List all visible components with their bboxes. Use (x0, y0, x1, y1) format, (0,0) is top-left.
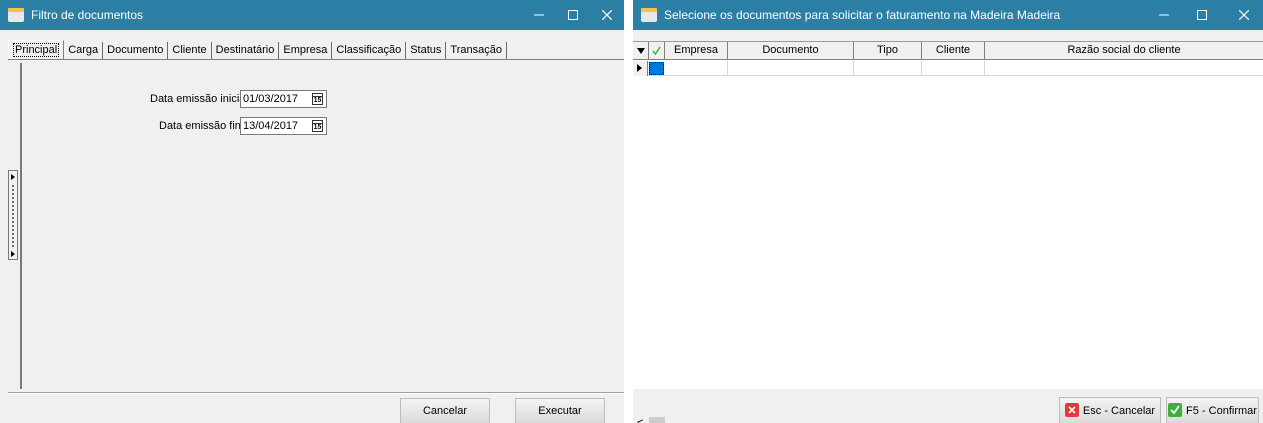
app-icon (641, 8, 657, 22)
maximize-icon (568, 10, 578, 20)
cell-cliente[interactable] (922, 61, 985, 76)
cell-tipo[interactable] (854, 61, 922, 76)
minimize-icon (534, 14, 544, 16)
expand-arrow-icon (11, 174, 15, 180)
calendar-icon[interactable]: 15 (312, 93, 323, 105)
table-row[interactable] (633, 61, 1263, 76)
maximize-button[interactable] (1179, 0, 1225, 30)
row-select-cell[interactable] (649, 62, 664, 75)
tab-status[interactable]: Status (406, 42, 447, 59)
tab-transacao[interactable]: Transação (446, 42, 507, 59)
close-button[interactable] (1225, 0, 1263, 30)
tab-principal[interactable]: Principal (8, 40, 65, 59)
check-icon (652, 46, 661, 56)
tab-empresa[interactable]: Empresa (279, 42, 333, 59)
cell-empresa[interactable] (665, 61, 728, 76)
confirm-check-icon (1168, 403, 1183, 418)
esc-cancel-button[interactable]: Esc - Cancelar (1059, 397, 1161, 423)
panel-splitter-handle[interactable] (8, 170, 18, 260)
tab-classificacao[interactable]: Classificação (332, 42, 407, 59)
cell-razao-social[interactable] (985, 61, 1263, 76)
window-title: Filtro de documentos (31, 8, 144, 22)
end-date-field[interactable]: 13/04/2017 15 (240, 117, 327, 135)
tab-destinatario[interactable]: Destinatário (212, 42, 280, 59)
scroll-left-icon[interactable]: < (637, 416, 643, 423)
column-header-tipo[interactable]: Tipo (854, 42, 922, 60)
start-date-value: 01/03/2017 (243, 93, 299, 105)
grip-dots (12, 185, 14, 247)
current-row-icon (637, 64, 642, 72)
select-all-checkbox[interactable] (649, 42, 665, 60)
close-icon (1239, 10, 1249, 20)
column-header-razao-social[interactable]: Razão social do cliente (985, 42, 1263, 60)
row-indicator (633, 61, 648, 76)
selection-window-titlebar[interactable]: Selecione os documentos para solicitar o… (633, 0, 1263, 30)
start-date-label: Data emissão inicial (150, 93, 248, 105)
close-icon (602, 10, 612, 20)
esc-cancel-label: Esc - Cancelar (1082, 405, 1156, 417)
grid-menu-button[interactable] (633, 42, 649, 60)
window-gap (624, 0, 633, 423)
f5-confirm-button[interactable]: F5 - Confirmar (1166, 397, 1259, 423)
cancel-button[interactable]: Cancelar (400, 398, 490, 423)
close-button[interactable] (584, 0, 624, 30)
cancel-x-icon (1064, 403, 1079, 418)
scroll-thumb[interactable] (649, 417, 665, 423)
filter-tabs: Principal Carga Documento Cliente Destin… (8, 40, 507, 59)
app-icon (8, 8, 24, 22)
selection-window: Selecione os documentos para solicitar o… (633, 0, 1263, 423)
window-title: Selecione os documentos para solicitar o… (664, 8, 1061, 22)
filter-window-titlebar[interactable]: Filtro de documentos (0, 0, 624, 30)
tab-documento[interactable]: Documento (103, 42, 169, 59)
expand-arrow-icon (11, 251, 15, 257)
minimize-icon (1159, 14, 1169, 16)
calendar-icon[interactable]: 15 (312, 120, 323, 132)
column-header-documento[interactable]: Documento (728, 42, 854, 60)
column-header-cliente[interactable]: Cliente (922, 42, 985, 60)
grid-header: Empresa Documento Tipo Cliente Razão soc… (633, 42, 1263, 60)
start-date-field[interactable]: 01/03/2017 15 (240, 90, 327, 108)
column-header-empresa[interactable]: Empresa (665, 42, 728, 60)
footer-divider (8, 392, 624, 394)
end-date-value: 13/04/2017 (243, 120, 299, 132)
dropdown-arrow-icon (636, 48, 645, 54)
end-date-label: Data emissão final (159, 120, 250, 132)
execute-button[interactable]: Executar (515, 398, 605, 423)
filter-window: Filtro de documentos Principal Carga Doc… (0, 0, 624, 423)
tab-carga[interactable]: Carga (64, 42, 104, 59)
documents-grid[interactable]: Empresa Documento Tipo Cliente Razão soc… (633, 41, 1263, 423)
tab-panel-content (20, 63, 624, 389)
tab-cliente[interactable]: Cliente (168, 42, 212, 59)
f5-confirm-label: F5 - Confirmar (1186, 405, 1257, 417)
maximize-icon (1197, 10, 1207, 20)
cell-documento[interactable] (728, 61, 854, 76)
